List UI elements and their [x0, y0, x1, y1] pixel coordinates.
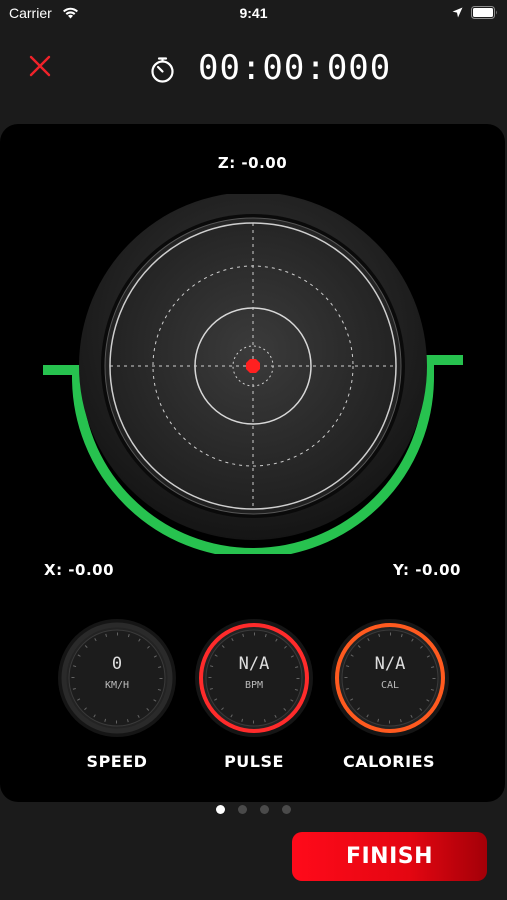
speed-value: 0 — [111, 654, 123, 674]
tilt-dot — [246, 359, 260, 373]
pulse-value: N/A — [238, 654, 270, 674]
page-dot-1[interactable] — [216, 805, 225, 814]
battery-icon — [471, 6, 497, 19]
page-dot-4[interactable] — [282, 805, 291, 814]
status-bar: Carrier 9:41 — [0, 0, 507, 28]
pulse-gauge: N/A BPM — [194, 618, 314, 738]
pulse-title: PULSE — [224, 752, 284, 771]
z-axis-readout: Z: -0.00 — [217, 154, 288, 172]
elapsed-timer: 00:00:000 — [198, 48, 392, 88]
workout-panel: Z: -0.00 X: -0.00 Y: -0.00 0 KM/H N/A BP… — [0, 124, 505, 802]
finish-button[interactable]: FINISH — [292, 832, 487, 881]
calories-value: N/A — [374, 654, 406, 674]
page-dot-2[interactable] — [238, 805, 247, 814]
calories-title: CALORIES — [342, 752, 436, 771]
page-indicator — [216, 805, 296, 817]
page-dot-3[interactable] — [260, 805, 269, 814]
stopwatch-icon — [151, 57, 174, 83]
x-axis-readout: X: -0.00 — [44, 561, 115, 579]
y-axis-readout: Y: -0.00 — [392, 561, 461, 579]
calories-gauge: N/A CAL — [330, 618, 450, 738]
calories-unit: CAL — [380, 680, 400, 691]
close-icon[interactable] — [28, 54, 52, 78]
speed-title: SPEED — [86, 752, 148, 771]
status-time: 9:41 — [239, 5, 268, 21]
speed-unit: KM/H — [104, 680, 130, 691]
location-arrow-icon — [452, 7, 463, 18]
pulse-unit: BPM — [244, 680, 264, 691]
speed-gauge: 0 KM/H — [57, 618, 177, 738]
tilt-indicator — [43, 194, 463, 554]
